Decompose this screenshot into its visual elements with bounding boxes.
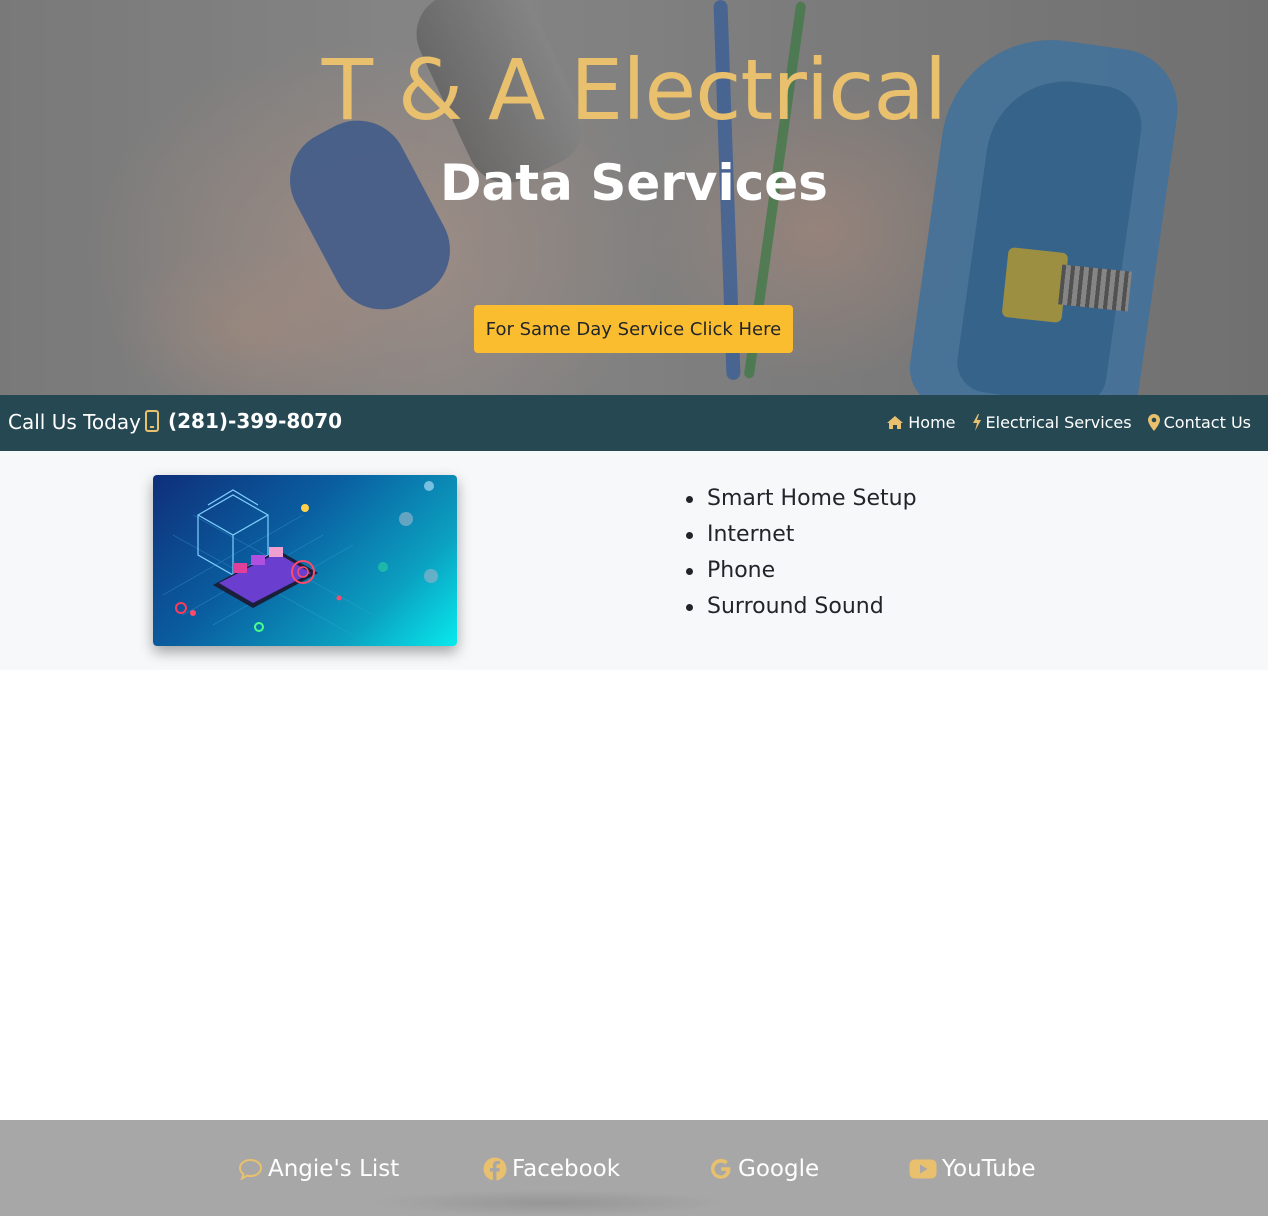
hero-subtitle: Data Services	[440, 154, 828, 212]
list-item: Phone	[686, 553, 917, 589]
footer-link-youtube[interactable]: YouTube	[909, 1156, 1036, 1182]
footer-link-label: Facebook	[512, 1156, 621, 1182]
footer-link-label: Angie's List	[268, 1156, 400, 1182]
youtube-icon	[909, 1159, 937, 1179]
nav-link-label: Home	[908, 413, 956, 432]
nav-link-label: Electrical Services	[985, 413, 1132, 432]
comment-icon	[238, 1158, 263, 1180]
phone-number: (281)-399-8070	[168, 409, 343, 433]
google-icon	[711, 1158, 731, 1179]
footer-link-angies-list[interactable]: Angie's List	[238, 1156, 399, 1182]
footer-link-facebook[interactable]: Facebook	[483, 1156, 620, 1182]
home-icon	[887, 416, 904, 429]
nav-link-label: Contact Us	[1163, 413, 1251, 432]
services-section: Smart Home Setup Internet Phone Surround…	[0, 451, 1268, 670]
same-day-service-button[interactable]: For Same Day Service Click Here	[474, 305, 793, 353]
hero-title: T & A Electrical	[321, 41, 947, 139]
footer-link-google[interactable]: Google	[709, 1156, 819, 1182]
map-marker-icon	[1147, 414, 1160, 431]
phone-link[interactable]: (281)-399-8070	[145, 409, 342, 433]
footer-link-label: Google	[738, 1156, 820, 1182]
facebook-icon	[483, 1157, 507, 1181]
call-us-label: Call Us Today	[8, 410, 141, 434]
navbar: Call Us Today (281)-399-8070 Home Electr…	[0, 395, 1268, 451]
nav-link-contact-us[interactable]: Contact Us	[1147, 413, 1251, 432]
list-item: Surround Sound	[686, 589, 917, 625]
list-item: Internet	[686, 517, 917, 553]
nav-links: Home Electrical Services Contact Us	[870, 413, 1251, 432]
nav-link-electrical-services[interactable]: Electrical Services	[972, 413, 1132, 432]
list-item: Smart Home Setup	[686, 481, 917, 517]
services-list: Smart Home Setup Internet Phone Surround…	[686, 481, 917, 625]
mobile-phone-icon	[145, 410, 159, 432]
hero-banner: T & A Electrical Data Services For Same …	[0, 0, 1268, 395]
bolt-icon	[972, 414, 981, 431]
footer-link-label: YouTube	[942, 1156, 1036, 1182]
nav-link-home[interactable]: Home	[886, 413, 956, 432]
smart-home-illustration	[153, 475, 457, 646]
